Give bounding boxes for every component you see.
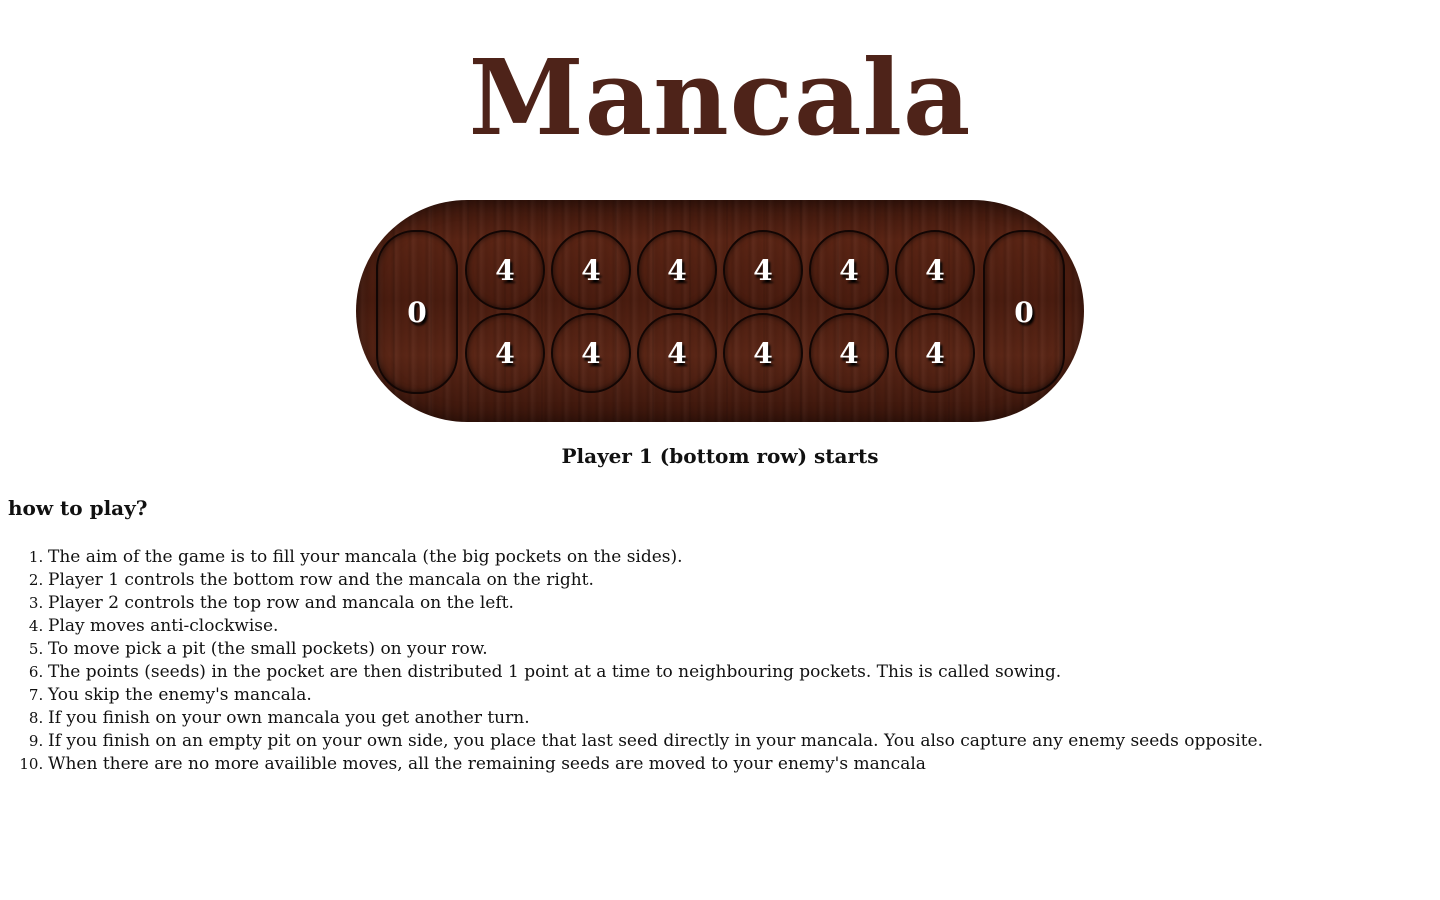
pit-count: 4: [925, 336, 945, 370]
pit-count: 4: [667, 253, 687, 287]
pit-top-6[interactable]: 4: [895, 230, 975, 310]
pit-count: 4: [839, 336, 859, 370]
store-player-2: 0: [376, 230, 458, 394]
store-count-right: 0: [1014, 295, 1034, 329]
pit-top-1[interactable]: 4: [465, 230, 545, 310]
pit-count: 4: [925, 253, 945, 287]
pit-bottom-1[interactable]: 4: [465, 313, 545, 393]
rule-item: If you finish on your own mancala you ge…: [48, 707, 1428, 730]
rule-item: When there are no more availible moves, …: [48, 753, 1428, 776]
pit-count: 4: [581, 253, 601, 287]
rule-item: You skip the enemy's mancala.: [48, 684, 1428, 707]
rule-item: Play moves anti-clockwise.: [48, 615, 1428, 638]
store-player-1: 0: [983, 230, 1065, 394]
pit-count: 4: [839, 253, 859, 287]
pit-count: 4: [581, 336, 601, 370]
pit-top-2[interactable]: 4: [551, 230, 631, 310]
pit-count: 4: [753, 253, 773, 287]
pit-count: 4: [495, 253, 515, 287]
pit-bottom-4[interactable]: 4: [723, 313, 803, 393]
page-title: Mancala: [468, 36, 972, 159]
rule-item: Player 1 controls the bottom row and the…: [48, 569, 1428, 592]
rule-item: The aim of the game is to fill your manc…: [48, 546, 1428, 569]
rule-item: If you finish on an empty pit on your ow…: [48, 730, 1428, 753]
rule-item: To move pick a pit (the small pockets) o…: [48, 638, 1428, 661]
pit-top-4[interactable]: 4: [723, 230, 803, 310]
pit-count: 4: [667, 336, 687, 370]
pit-bottom-3[interactable]: 4: [637, 313, 717, 393]
pit-bottom-5[interactable]: 4: [809, 313, 889, 393]
pit-bottom-6[interactable]: 4: [895, 313, 975, 393]
pit-top-3[interactable]: 4: [637, 230, 717, 310]
turn-status: Player 1 (bottom row) starts: [561, 444, 879, 468]
mancala-board: 0 4 4 4 4 4 4 4 4 4 4 4 4 0: [356, 200, 1084, 422]
pit-count: 4: [495, 336, 515, 370]
rules-list: The aim of the game is to fill your manc…: [0, 546, 1428, 776]
rule-item: Player 2 controls the top row and mancal…: [48, 592, 1428, 615]
pit-count: 4: [753, 336, 773, 370]
pit-top-5[interactable]: 4: [809, 230, 889, 310]
rule-item: The points (seeds) in the pocket are the…: [48, 661, 1428, 684]
how-to-play-heading: how to play?: [8, 496, 148, 520]
pit-bottom-2[interactable]: 4: [551, 313, 631, 393]
store-count-left: 0: [407, 295, 427, 329]
